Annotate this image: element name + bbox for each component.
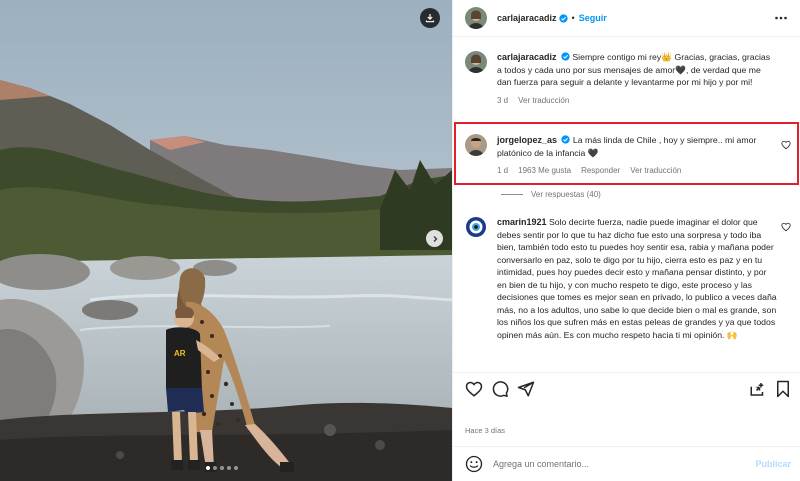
verified-badge-icon: [561, 135, 571, 144]
svg-text:AR: AR: [174, 349, 186, 358]
avatar-image: [465, 216, 487, 238]
comment-body: jorgelopez_as La más linda de Chile , ho…: [497, 134, 777, 178]
author-avatar[interactable]: [465, 7, 487, 29]
heart-icon[interactable]: [781, 140, 791, 150]
comment-username[interactable]: jorgelopez_as: [497, 135, 557, 145]
carousel-dot: [220, 466, 224, 470]
more-options-icon[interactable]: [774, 11, 788, 25]
caption-body: carlajaracadiz Siempre contigo mi rey👑 G…: [497, 51, 777, 107]
caption-translate-link[interactable]: Ver traducción: [518, 95, 569, 108]
post-date: Hace 3 días: [465, 426, 506, 435]
carousel-next-button[interactable]: [426, 230, 443, 247]
carousel-indicator: [206, 466, 238, 470]
comment-composer: Publicar: [453, 446, 800, 481]
avatar-image: [465, 51, 487, 73]
comment-meta: 1 d 1963 Me gusta Responder Ver traducci…: [497, 165, 777, 178]
view-replies-label: Ver respuestas (40): [531, 190, 601, 199]
verified-badge-icon: [561, 52, 570, 61]
comment-text: Solo decirte fuerza, nadie puede imagina…: [497, 217, 777, 340]
caption-item: carlajaracadiz Siempre contigo mi rey👑 G…: [465, 51, 795, 107]
download-button[interactable]: [420, 8, 440, 28]
author-username[interactable]: carlajaracadiz: [497, 13, 557, 23]
verified-badge-icon: [558, 13, 568, 23]
heart-icon[interactable]: [781, 222, 791, 232]
mountain-river-photo: AR: [0, 0, 452, 481]
add-to-story-icon[interactable]: [749, 380, 767, 398]
carousel-dot: [227, 466, 231, 470]
comment-item: jorgelopez_as La más linda de Chile , ho…: [465, 134, 795, 178]
comment-input[interactable]: [493, 459, 733, 469]
emoji-icon[interactable]: [465, 455, 483, 473]
caption-meta: 3 d Ver traducción: [497, 95, 777, 108]
publish-button[interactable]: Publicar: [755, 459, 791, 469]
post-action-bar: [453, 372, 800, 408]
avatar-image: [465, 134, 487, 156]
comment-translate-link[interactable]: Ver traducción: [630, 165, 681, 178]
caption-age: 3 d: [497, 95, 509, 105]
comment-username[interactable]: cmarin1921: [497, 217, 547, 227]
comments-list[interactable]: carlajaracadiz Siempre contigo mi rey👑 G…: [453, 38, 800, 372]
post-photo[interactable]: AR: [0, 0, 452, 481]
replies-divider-line: [501, 194, 523, 195]
comment-item: cmarin1921 Solo decirte fuerza, nadie pu…: [465, 216, 795, 341]
reply-button[interactable]: Responder: [581, 165, 620, 178]
like-heart-icon[interactable]: [465, 380, 483, 398]
commenter-avatar[interactable]: [465, 134, 487, 156]
avatar-image: [465, 7, 487, 29]
comment-bubble-icon[interactable]: [491, 380, 509, 398]
post-header: carlajaracadiz • Seguir: [453, 0, 800, 37]
follow-button[interactable]: Seguir: [579, 13, 607, 23]
view-replies-button[interactable]: Ver respuestas (40): [501, 190, 601, 199]
carousel-dot: [206, 466, 210, 470]
chevron-right-icon: [433, 235, 437, 242]
comment-body: cmarin1921 Solo decirte fuerza, nadie pu…: [497, 216, 777, 341]
save-bookmark-icon[interactable]: [775, 380, 791, 398]
commenter-avatar[interactable]: [465, 216, 487, 238]
carousel-dot: [213, 466, 217, 470]
comment-likes-count[interactable]: 1963 Me gusta: [518, 165, 571, 178]
separator-dot: •: [571, 13, 575, 23]
download-icon: [425, 14, 435, 23]
instagram-post-modal: AR carlajaracadiz • Seguir carlajaracadi…: [0, 0, 800, 481]
share-send-icon[interactable]: [517, 380, 535, 398]
carousel-dot: [234, 466, 238, 470]
comment-age: 1 d: [497, 166, 509, 175]
caption-username[interactable]: carlajaracadiz: [497, 52, 557, 62]
post-details-panel: carlajaracadiz • Seguir carlajaracadiz S…: [452, 0, 800, 481]
caption-avatar[interactable]: [465, 51, 487, 73]
